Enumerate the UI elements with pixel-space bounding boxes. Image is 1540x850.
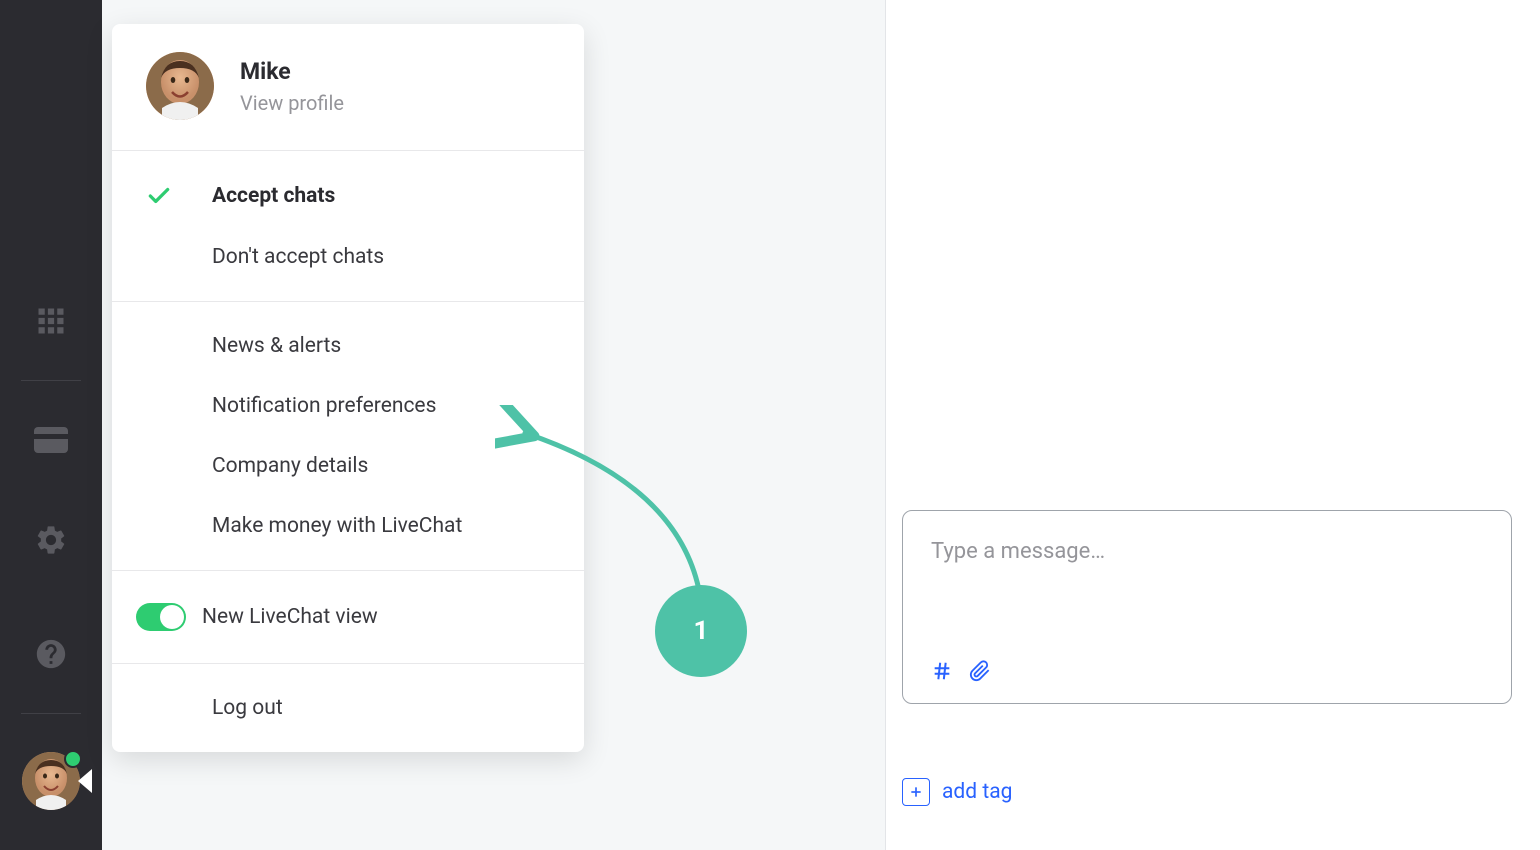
add-tag-label[interactable]: add tag	[942, 780, 1012, 804]
make-money-label: Make money with LiveChat	[212, 514, 462, 538]
avatar	[146, 52, 214, 120]
message-composer[interactable]: Type a message…	[902, 510, 1512, 704]
popup-header: Mike View profile	[112, 24, 584, 151]
new-livechat-view-item[interactable]: New LiveChat view	[112, 585, 584, 649]
make-money-item[interactable]: Make money with LiveChat	[112, 496, 584, 556]
message-input[interactable]: Type a message…	[931, 539, 1483, 659]
chat-panel	[885, 0, 1540, 850]
company-details-label: Company details	[212, 454, 368, 478]
company-details-item[interactable]: Company details	[112, 436, 584, 496]
accept-chats-label: Accept chats	[212, 184, 335, 208]
annotation-step-badge: 1	[655, 585, 747, 677]
toggle-switch[interactable]	[136, 603, 186, 631]
sidebar-avatar[interactable]	[22, 752, 80, 810]
apps-icon[interactable]	[30, 300, 72, 342]
check-icon	[146, 183, 182, 209]
dont-accept-chats-label: Don't accept chats	[212, 245, 384, 269]
news-alerts-item[interactable]: News & alerts	[112, 316, 584, 376]
attachment-icon[interactable]	[969, 659, 991, 683]
status-indicator	[64, 750, 82, 768]
help-icon[interactable]	[30, 633, 72, 675]
add-tag-row: add tag	[902, 778, 1012, 806]
sidebar-divider	[21, 380, 81, 381]
notification-preferences-item[interactable]: Notification preferences	[112, 376, 584, 436]
notification-preferences-label: Notification preferences	[212, 394, 436, 418]
accept-chats-item[interactable]: Accept chats	[112, 165, 584, 227]
username: Mike	[240, 58, 344, 85]
sidebar	[0, 0, 102, 850]
annotation-step-number: 1	[694, 616, 709, 646]
add-tag-button[interactable]	[902, 778, 930, 806]
sidebar-divider	[21, 713, 81, 714]
new-livechat-view-label: New LiveChat view	[202, 605, 378, 629]
billing-icon[interactable]	[30, 419, 72, 461]
gear-icon[interactable]	[30, 519, 72, 561]
profile-popup: Mike View profile Accept chats Don't acc…	[112, 24, 584, 752]
view-profile-link[interactable]: View profile	[240, 91, 344, 115]
log-out-label: Log out	[212, 696, 283, 720]
hashtag-icon[interactable]	[931, 660, 953, 682]
dont-accept-chats-item[interactable]: Don't accept chats	[112, 227, 584, 287]
news-alerts-label: News & alerts	[212, 334, 341, 358]
log-out-item[interactable]: Log out	[112, 678, 584, 738]
popup-pointer	[78, 769, 92, 793]
